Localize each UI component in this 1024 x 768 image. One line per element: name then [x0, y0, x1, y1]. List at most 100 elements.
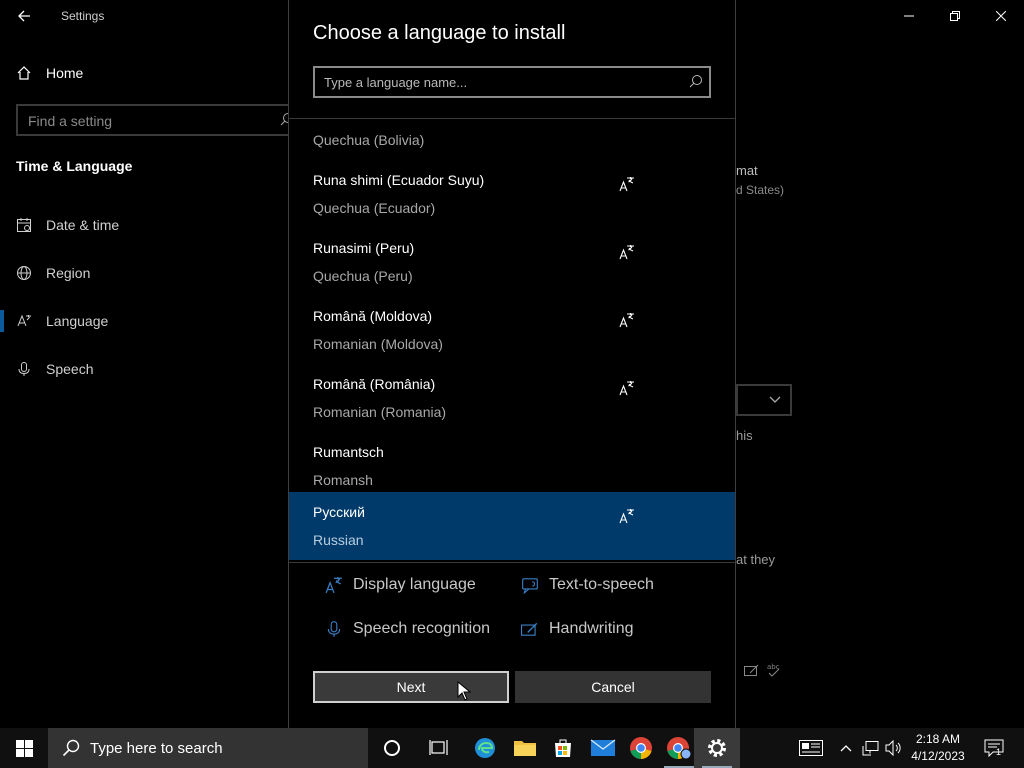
right-fragment-3: his: [736, 428, 753, 443]
search-icon: [689, 75, 702, 88]
text-to-speech-icon: [522, 578, 538, 594]
clock-date: 4/12/2023: [911, 749, 965, 763]
notification-count-badge: 1: [996, 747, 1002, 757]
language-native-name: Runa shimi (Ecuador Suyu): [313, 172, 485, 188]
restore-button[interactable]: [932, 0, 978, 32]
display-language-icon: [619, 245, 634, 260]
choose-language-dialog: Choose a language to install Quechua (Bo…: [288, 0, 736, 728]
taskbar-search-box[interactable]: Type here to search: [48, 728, 368, 768]
dialog-title: Choose a language to install: [313, 22, 566, 44]
chrome-icon: [630, 737, 652, 759]
nav-home[interactable]: Home: [16, 62, 83, 84]
network-button[interactable]: [860, 728, 882, 768]
list-item-romanian-moldova[interactable]: Română (Moldova) Romanian (Moldova): [289, 296, 735, 364]
feature-display-language: Display language: [325, 576, 476, 594]
right-fragment-1: mat: [736, 163, 758, 178]
language-native-name: Rumantsch: [313, 444, 384, 460]
cancel-button[interactable]: Cancel: [515, 671, 711, 703]
list-bottom-divider: [289, 562, 735, 563]
action-center-button[interactable]: [978, 728, 1010, 768]
news-widget-button[interactable]: [794, 728, 828, 768]
list-item-romanian-romania[interactable]: Română (România) Romanian (Romania): [289, 364, 735, 432]
restore-icon: [950, 11, 960, 21]
task-view-button[interactable]: [416, 728, 462, 768]
minimize-icon: [904, 15, 914, 17]
chevron-up-icon: [840, 745, 852, 752]
language-native-name: Runasimi (Peru): [313, 240, 415, 256]
feature-display-language-label: Display language: [353, 576, 476, 593]
feature-handwriting: Handwriting: [521, 620, 633, 638]
list-top-divider: [289, 118, 735, 119]
nav-region-label: Region: [46, 265, 91, 281]
spellcheck-icon: abc: [767, 663, 780, 677]
language-dropdown[interactable]: [736, 384, 792, 416]
store-icon: [555, 739, 571, 757]
language-search-input[interactable]: [315, 68, 675, 96]
calendar-icon: [17, 218, 31, 232]
nav-selection-indicator: [0, 310, 4, 332]
nav-home-label: Home: [46, 65, 84, 81]
show-hidden-icons-button[interactable]: [836, 728, 856, 768]
display-language-icon: [619, 177, 634, 192]
task-view-icon: [429, 740, 448, 755]
taskbar-search-placeholder: Type here to search: [90, 739, 223, 757]
next-button[interactable]: Next: [313, 671, 509, 703]
language-native-name: Română (Moldova): [313, 308, 433, 324]
windows-logo-icon: [15, 739, 33, 757]
search-icon: [62, 739, 80, 757]
feature-speech-recognition: Speech recognition: [325, 620, 490, 638]
settings-taskbar-button[interactable]: [694, 728, 740, 768]
display-language-icon: [619, 381, 634, 396]
back-button[interactable]: [8, 4, 40, 28]
nav-language[interactable]: Language: [16, 310, 108, 332]
language-list[interactable]: Quechua (Bolivia) Runa shimi (Ecuador Su…: [289, 120, 735, 560]
list-item-quechua-peru[interactable]: Runasimi (Peru) Quechua (Peru): [289, 228, 735, 296]
back-arrow-icon: [18, 10, 30, 22]
right-fragment-4: at they: [736, 552, 776, 567]
section-title: Time & Language: [16, 158, 133, 174]
list-item-russian[interactable]: Русский Russian: [289, 492, 735, 560]
gear-icon: [708, 739, 726, 757]
handwriting-icon: [521, 622, 538, 636]
nav-speech[interactable]: Speech: [16, 358, 93, 380]
minimize-button[interactable]: [886, 0, 932, 32]
globe-icon: [17, 266, 31, 280]
handwriting-icon: [744, 664, 759, 676]
display-language-icon: [619, 509, 634, 524]
language-english-name: Romanian (Romania): [313, 404, 447, 420]
folder-icon: [514, 741, 536, 756]
close-icon: [996, 11, 1006, 21]
language-english-name: Romanian (Moldova): [313, 336, 443, 352]
nav-speech-label: Speech: [46, 361, 94, 377]
app-title: Settings: [61, 9, 105, 23]
find-setting-input[interactable]: Find a setting: [16, 104, 306, 136]
language-english-name: Russian: [313, 532, 364, 548]
mail-icon: [590, 739, 616, 756]
nav-region[interactable]: Region: [16, 262, 90, 284]
feature-text-to-speech-label: Text-to-speech: [549, 576, 654, 593]
list-item-quechua-ecuador[interactable]: Runa shimi (Ecuador Suyu) Quechua (Ecuad…: [289, 160, 735, 228]
language-native-name: Română (România): [313, 376, 436, 392]
feature-text-to-speech: Text-to-speech: [521, 576, 654, 594]
cortana-icon: [384, 740, 400, 756]
clock-time: 2:18 AM: [915, 732, 961, 746]
chevron-down-icon: [769, 396, 781, 403]
edge-icon: [475, 738, 495, 758]
language-icon: [17, 314, 31, 327]
list-item-quechua-bolivia[interactable]: Quechua (Bolivia): [289, 120, 735, 160]
clock[interactable]: 2:18 AM 4/12/2023: [906, 731, 970, 765]
list-item-romansh[interactable]: Rumantsch Romansh: [289, 432, 735, 500]
volume-button[interactable]: [884, 728, 904, 768]
find-setting-placeholder: Find a setting: [28, 113, 113, 129]
microphone-icon: [327, 621, 341, 637]
start-button[interactable]: [0, 728, 48, 768]
language-search-box[interactable]: [313, 66, 711, 98]
language-english-name: Quechua (Ecuador): [313, 200, 436, 216]
news-icon: [799, 740, 823, 756]
close-button[interactable]: [978, 0, 1024, 32]
taskbar: Type here to search 2:18 AM 4/12/2023: [0, 728, 1024, 768]
speaker-icon: [885, 740, 901, 756]
nav-date-time[interactable]: Date & time: [16, 214, 119, 236]
cortana-button[interactable]: [369, 728, 415, 768]
language-native-name: Русский: [313, 504, 365, 520]
